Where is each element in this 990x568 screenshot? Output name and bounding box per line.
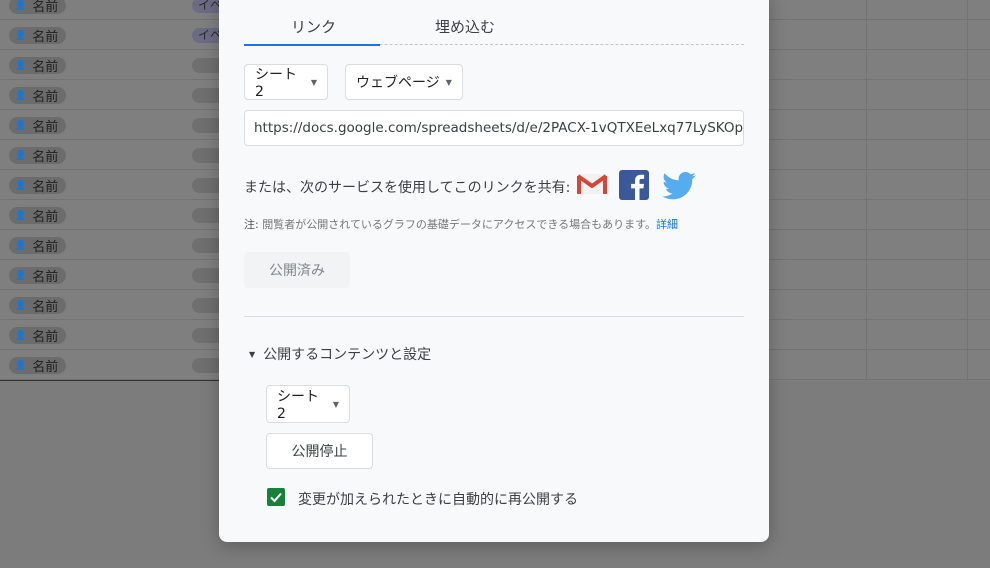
person-chip: 👤 名前 — [9, 0, 67, 15]
person-icon: 👤 — [15, 150, 27, 161]
person-chip: 👤 名前 — [9, 267, 67, 285]
collapse-arrow-icon: ▼ — [249, 349, 256, 359]
tab-embed[interactable]: 埋め込む — [435, 16, 495, 37]
published-url-field[interactable]: https://docs.google.com/spreadsheets/d/e… — [244, 110, 744, 146]
format-select[interactable]: ウェブページ ▼ — [345, 64, 463, 100]
note-text: 注: 閲覧者が公開されているグラフの基礎データにアクセスできる場合もあります。詳… — [244, 218, 679, 231]
dropdown-arrow-icon: ▼ — [332, 399, 339, 409]
person-icon: 👤 — [15, 270, 27, 281]
person-chip: 👤 名前 — [9, 87, 67, 105]
person-chip: 👤 名前 — [9, 357, 67, 375]
active-tab-indicator — [244, 44, 380, 46]
person-chip: 👤 名前 — [9, 207, 67, 225]
person-chip: 👤 名前 — [9, 147, 67, 165]
dropdown-arrow-icon: ▼ — [445, 77, 452, 87]
person-icon: 👤 — [15, 30, 27, 41]
person-icon: 👤 — [15, 60, 27, 71]
gmail-icon[interactable] — [576, 172, 608, 196]
auto-republish-label: 変更が加えられたときに自動的に再公開する — [298, 492, 578, 508]
person-icon: 👤 — [15, 360, 27, 371]
learn-more-link[interactable]: 詳細 — [656, 218, 678, 231]
checkmark-icon — [270, 492, 282, 503]
published-button: 公開済み — [244, 252, 350, 288]
person-chip: 👤 名前 — [9, 177, 67, 195]
column-divider — [866, 0, 867, 381]
tab-bar: リンク 埋め込む — [244, 0, 744, 46]
person-icon: 👤 — [15, 120, 27, 131]
person-icon: 👤 — [15, 90, 27, 101]
person-icon: 👤 — [15, 300, 27, 311]
auto-republish-checkbox[interactable] — [267, 488, 285, 506]
content-settings-toggle[interactable]: ▼ 公開するコンテンツと設定 — [249, 344, 431, 364]
person-chip: 👤 名前 — [9, 117, 67, 135]
dropdown-arrow-icon: ▼ — [310, 77, 317, 87]
person-chip: 👤 名前 — [9, 27, 67, 45]
person-icon: 👤 — [15, 240, 27, 251]
person-icon: 👤 — [15, 210, 27, 221]
stop-publishing-button[interactable]: 公開停止 — [266, 433, 373, 469]
content-sheet-select[interactable]: シート2 ▼ — [266, 385, 350, 423]
tab-link[interactable]: リンク — [291, 16, 336, 37]
sheet-bottom-border — [0, 380, 219, 381]
sheet-select[interactable]: シート2 ▼ — [244, 64, 328, 100]
facebook-icon[interactable] — [619, 170, 649, 200]
column-divider — [967, 0, 968, 381]
publish-dialog: リンク 埋め込む シート2 ▼ ウェブページ ▼ https://docs.go… — [219, 0, 769, 542]
share-text: または、次のサービスを使用してこのリンクを共有: — [244, 180, 571, 196]
person-chip: 👤 名前 — [9, 327, 67, 345]
person-icon: 👤 — [15, 180, 27, 191]
section-divider — [244, 316, 744, 317]
person-icon: 👤 — [15, 330, 27, 341]
person-chip: 👤 名前 — [9, 57, 67, 75]
person-icon: 👤 — [15, 0, 27, 11]
person-chip: 👤 名前 — [9, 237, 67, 255]
person-chip: 👤 名前 — [9, 297, 67, 315]
twitter-icon[interactable] — [662, 172, 696, 200]
